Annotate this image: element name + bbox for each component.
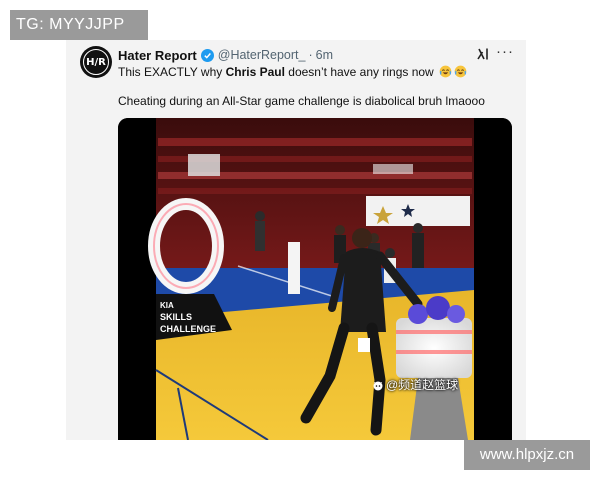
verified-badge-icon bbox=[200, 48, 214, 62]
tweet-text-before: This EXACTLY why bbox=[118, 65, 226, 79]
court-logo-line2: CHALLENGE bbox=[160, 324, 216, 334]
court-logo-line1: SKILLS bbox=[160, 312, 192, 322]
watermark-text: @频道赵篮球 bbox=[386, 378, 459, 392]
avatar[interactable]: H/R bbox=[80, 46, 112, 78]
cat-logo-icon bbox=[373, 381, 383, 391]
tweet-timestamp[interactable]: 6m bbox=[316, 48, 333, 62]
crying-laughing-face-icon bbox=[439, 65, 452, 78]
tweet-text-line2: Cheating during an All-Star game challen… bbox=[118, 94, 485, 108]
more-options-icon[interactable]: ··· bbox=[496, 43, 514, 60]
tweet-text-bold: Chris Paul bbox=[225, 65, 285, 79]
display-name[interactable]: Hater Report bbox=[118, 48, 197, 63]
video-watermark: @频道赵篮球 bbox=[372, 376, 458, 393]
avatar-monogram: H/R bbox=[83, 49, 109, 75]
top-left-tag: TG: MYYJJPP bbox=[10, 10, 148, 40]
user-handle[interactable]: @HaterReport_ bbox=[218, 48, 306, 62]
bottom-right-url-tag: www.hlpxjz.cn bbox=[464, 440, 590, 470]
tweet-text-after: doesn’t have any rings now bbox=[284, 65, 434, 79]
separator-dot: · bbox=[308, 48, 313, 62]
tweet-text-line1: This EXACTLY why Chris Paul doesn’t have… bbox=[118, 65, 467, 79]
grok-x-icon[interactable] bbox=[476, 47, 490, 61]
kia-logo-text: KIA bbox=[160, 301, 174, 310]
tweet-header: Hater Report @HaterReport_ · 6m bbox=[118, 47, 333, 63]
crying-laughing-face-icon bbox=[454, 65, 467, 78]
